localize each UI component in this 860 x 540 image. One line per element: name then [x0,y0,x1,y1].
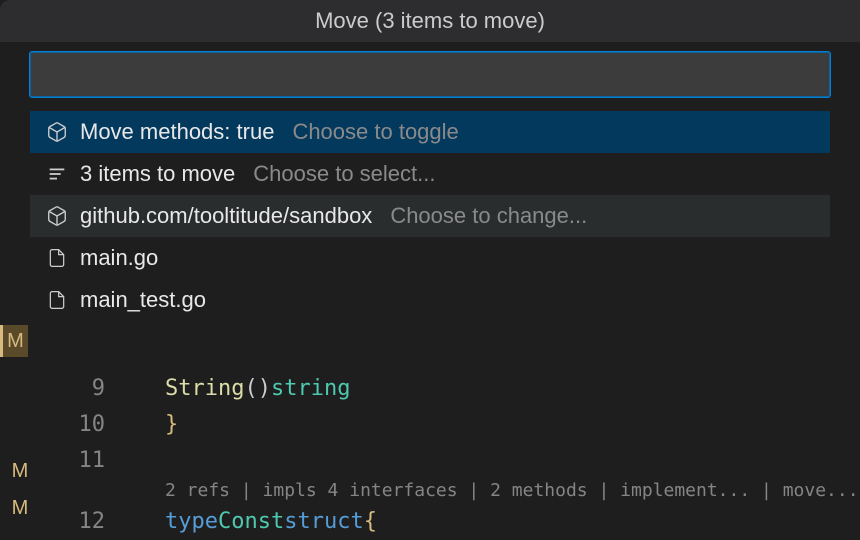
code-lens[interactable]: 2 refs | impls 4 interfaces | 2 methods … [40,480,860,501]
picker-item-hint: Choose to select... [253,161,435,187]
code-line: 10 } [40,406,860,442]
package-icon [46,121,68,143]
code-text: } [165,412,178,437]
picker-item-hint: Choose to change... [390,203,587,229]
modified-marker: M [12,497,29,520]
line-number: 11 [40,448,135,473]
line-number: 10 [40,412,135,437]
modified-marker: M [12,460,29,483]
picker-item-file-main-test[interactable]: main_test.go [30,279,830,321]
picker-item-move-methods[interactable]: Move methods: true Choose to toggle [30,111,830,153]
picker-item-label: 3 items to move [80,161,235,187]
modified-marker: M [0,325,28,357]
picker-item-file-main[interactable]: main.go [30,237,830,279]
list-icon [46,163,68,185]
file-icon [46,289,68,311]
picker-item-label: main_test.go [80,287,206,313]
picker-item-label: Move methods: true [80,119,274,145]
code-text: String() string [165,376,350,401]
code-line: 9 String() string [40,370,860,406]
picker-item-label: github.com/tooltitude/sandbox [80,203,372,229]
picker-item-package[interactable]: github.com/tooltitude/sandbox Choose to … [30,195,830,237]
code-line: 11 [40,442,860,478]
file-icon [46,247,68,269]
picker-list: Move methods: true Choose to toggle 3 it… [30,111,830,321]
window-title: Move (3 items to move) [0,0,860,42]
picker-item-hint: Choose to toggle [292,119,458,145]
code-line: 12 type Const struct { [40,503,860,539]
code-editor[interactable]: 9 String() string 10 } 11 2 refs | impls… [40,370,860,540]
gutter-markers: M M [0,370,40,540]
package-icon [46,205,68,227]
editor-area: M M 9 String() string 10 } 11 2 refs | i… [0,370,860,540]
code-text: type Const struct { [165,509,377,534]
line-number: 12 [40,509,135,534]
quick-picker: Move methods: true Choose to toggle 3 it… [30,52,830,321]
picker-item-items-to-move[interactable]: 3 items to move Choose to select... [30,153,830,195]
search-input[interactable] [30,52,830,97]
line-number: 9 [40,376,135,401]
picker-item-label: main.go [80,245,158,271]
